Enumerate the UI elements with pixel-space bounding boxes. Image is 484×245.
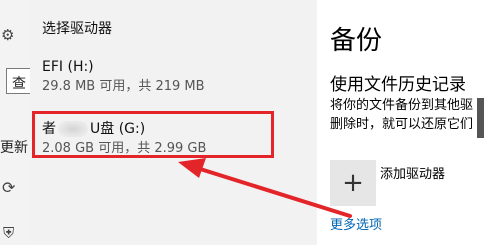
annotation-arrow [178,158,352,218]
